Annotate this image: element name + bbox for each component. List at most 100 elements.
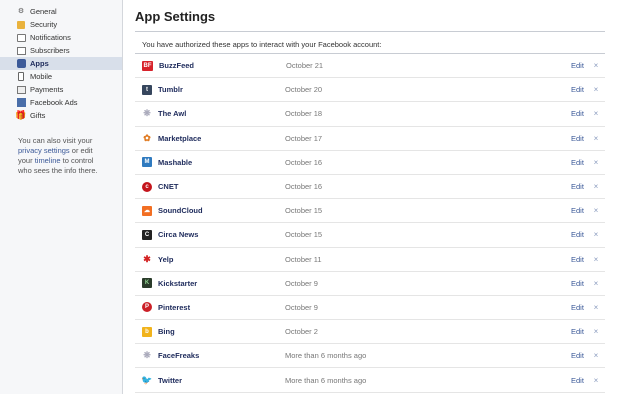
app-date: October 18 [285,109,323,119]
app-name[interactable]: Marketplace [158,134,285,143]
app-date: More than 6 months ago [285,351,367,361]
app-row: c CNET October 16 Edit × [135,175,605,200]
edit-link[interactable]: Edit [571,182,589,191]
sidebar-item-facebook-ads[interactable]: Facebook Ads [0,96,122,109]
edit-link[interactable]: Edit [571,279,589,288]
privacy-settings-link[interactable]: privacy settings [18,146,70,155]
app-row: K Kickstarter October 9 Edit × [135,272,605,296]
payments-icon [16,85,26,95]
sidebar-item-subscribers[interactable]: Subscribers [0,44,122,57]
remove-icon[interactable]: × [589,230,603,239]
note-prefix: You can also visit your [18,136,93,145]
sidebar-item-notifications[interactable]: Notifications [0,31,122,44]
settings-nav: ⚙ General Security Notifications Subscri… [0,0,122,122]
facebook-ads-icon [16,98,26,108]
marketplace-icon: ✿ [143,132,151,143]
sidebar-item-label: Gifts [30,111,46,120]
remove-icon[interactable]: × [589,376,603,385]
app-date: October 21 [286,61,324,71]
app-name[interactable]: Circa News [158,230,285,239]
edit-link[interactable]: Edit [571,255,589,264]
app-name[interactable]: Bing [158,327,285,336]
app-row: ❋ FaceFreaks More than 6 months ago Edit… [135,344,605,369]
app-name[interactable]: Mashable [158,158,285,167]
app-name[interactable]: Twitter [158,376,285,385]
edit-link[interactable]: Edit [571,109,589,118]
remove-icon[interactable]: × [589,158,603,167]
cnet-icon: c [142,181,152,192]
kickstarter-icon: K [142,278,152,289]
main-content: App Settings You have authorized these a… [135,0,605,393]
sidebar-item-label: Mobile [30,72,53,81]
remove-icon[interactable]: × [589,206,603,215]
app-row: C Circa News October 15 Edit × [135,223,605,248]
app-date: October 17 [285,133,323,143]
edit-link[interactable]: Edit [571,327,589,336]
gift-icon: 🎁 [15,110,27,120]
app-date: October 11 [285,254,322,264]
app-date: October 2 [285,327,318,337]
remove-icon[interactable]: × [589,85,603,94]
sidebar-item-security[interactable]: Security [0,18,122,31]
sidebar-item-label: Apps [30,59,49,68]
sidebar-item-gifts[interactable]: 🎁 Gifts [0,109,122,122]
app-name[interactable]: SoundCloud [158,206,285,215]
mashable-icon: M [142,157,152,168]
sidebar-item-label: Payments [30,85,64,94]
edit-link[interactable]: Edit [571,206,589,215]
app-name[interactable]: CNET [158,182,285,191]
app-name[interactable]: Tumblr [158,85,285,94]
lock-icon [16,20,26,30]
app-row: 🐦 Twitter More than 6 months ago Edit × [135,368,605,393]
the-awl-icon: ❋ [143,108,151,119]
subscribers-icon [16,46,26,56]
app-name[interactable]: FaceFreaks [158,351,285,360]
sidebar-item-payments[interactable]: Payments [0,83,122,96]
soundcloud-icon: ☁ [142,205,152,216]
remove-icon[interactable]: × [589,61,603,70]
app-name[interactable]: Kickstarter [158,279,285,288]
sidebar: ⚙ General Security Notifications Subscri… [0,0,123,394]
intro-text: You have authorized these apps to intera… [142,40,382,49]
remove-icon[interactable]: × [589,109,603,118]
edit-link[interactable]: Edit [571,303,589,312]
sidebar-item-general[interactable]: ⚙ General [0,5,122,18]
remove-icon[interactable]: × [589,182,603,191]
remove-icon[interactable]: × [589,279,603,288]
app-date: October 9 [285,302,318,312]
app-name[interactable]: BuzzFeed [159,61,286,70]
sidebar-item-mobile[interactable]: Mobile [0,70,122,83]
edit-link[interactable]: Edit [571,376,589,385]
remove-icon[interactable]: × [589,134,603,143]
remove-icon[interactable]: × [589,351,603,360]
bing-icon: b [142,326,152,337]
app-date: More than 6 months ago [285,375,367,385]
edit-link[interactable]: Edit [571,85,589,94]
sidebar-item-label: Notifications [30,33,71,42]
app-name[interactable]: Pinterest [158,303,285,312]
app-row: ✿ Marketplace October 17 Edit × [135,127,605,151]
remove-icon[interactable]: × [589,255,603,264]
tumblr-icon: t [142,84,152,95]
edit-link[interactable]: Edit [571,134,589,143]
app-date: October 16 [285,157,323,167]
sidebar-item-label: Subscribers [30,46,70,55]
app-date: October 20 [285,85,323,95]
edit-link[interactable]: Edit [571,158,589,167]
app-row: b Bing October 2 Edit × [135,320,605,345]
sidebar-item-apps[interactable]: Apps [0,57,122,70]
app-date: October 15 [285,230,323,240]
remove-icon[interactable]: × [589,303,603,312]
sidebar-item-label: Security [30,20,58,29]
app-date: October 9 [285,278,318,288]
remove-icon[interactable]: × [589,327,603,336]
app-list: BF BuzzFeed October 21 Edit × t Tumblr O… [135,54,605,393]
app-name[interactable]: Yelp [158,255,285,264]
timeline-link[interactable]: timeline [35,156,61,165]
edit-link[interactable]: Edit [571,351,589,360]
app-name[interactable]: The Awl [158,109,285,118]
buzzfeed-icon: BF [142,60,153,71]
edit-link[interactable]: Edit [571,230,589,239]
yelp-icon: ✱ [143,253,151,264]
edit-link[interactable]: Edit [571,61,589,70]
